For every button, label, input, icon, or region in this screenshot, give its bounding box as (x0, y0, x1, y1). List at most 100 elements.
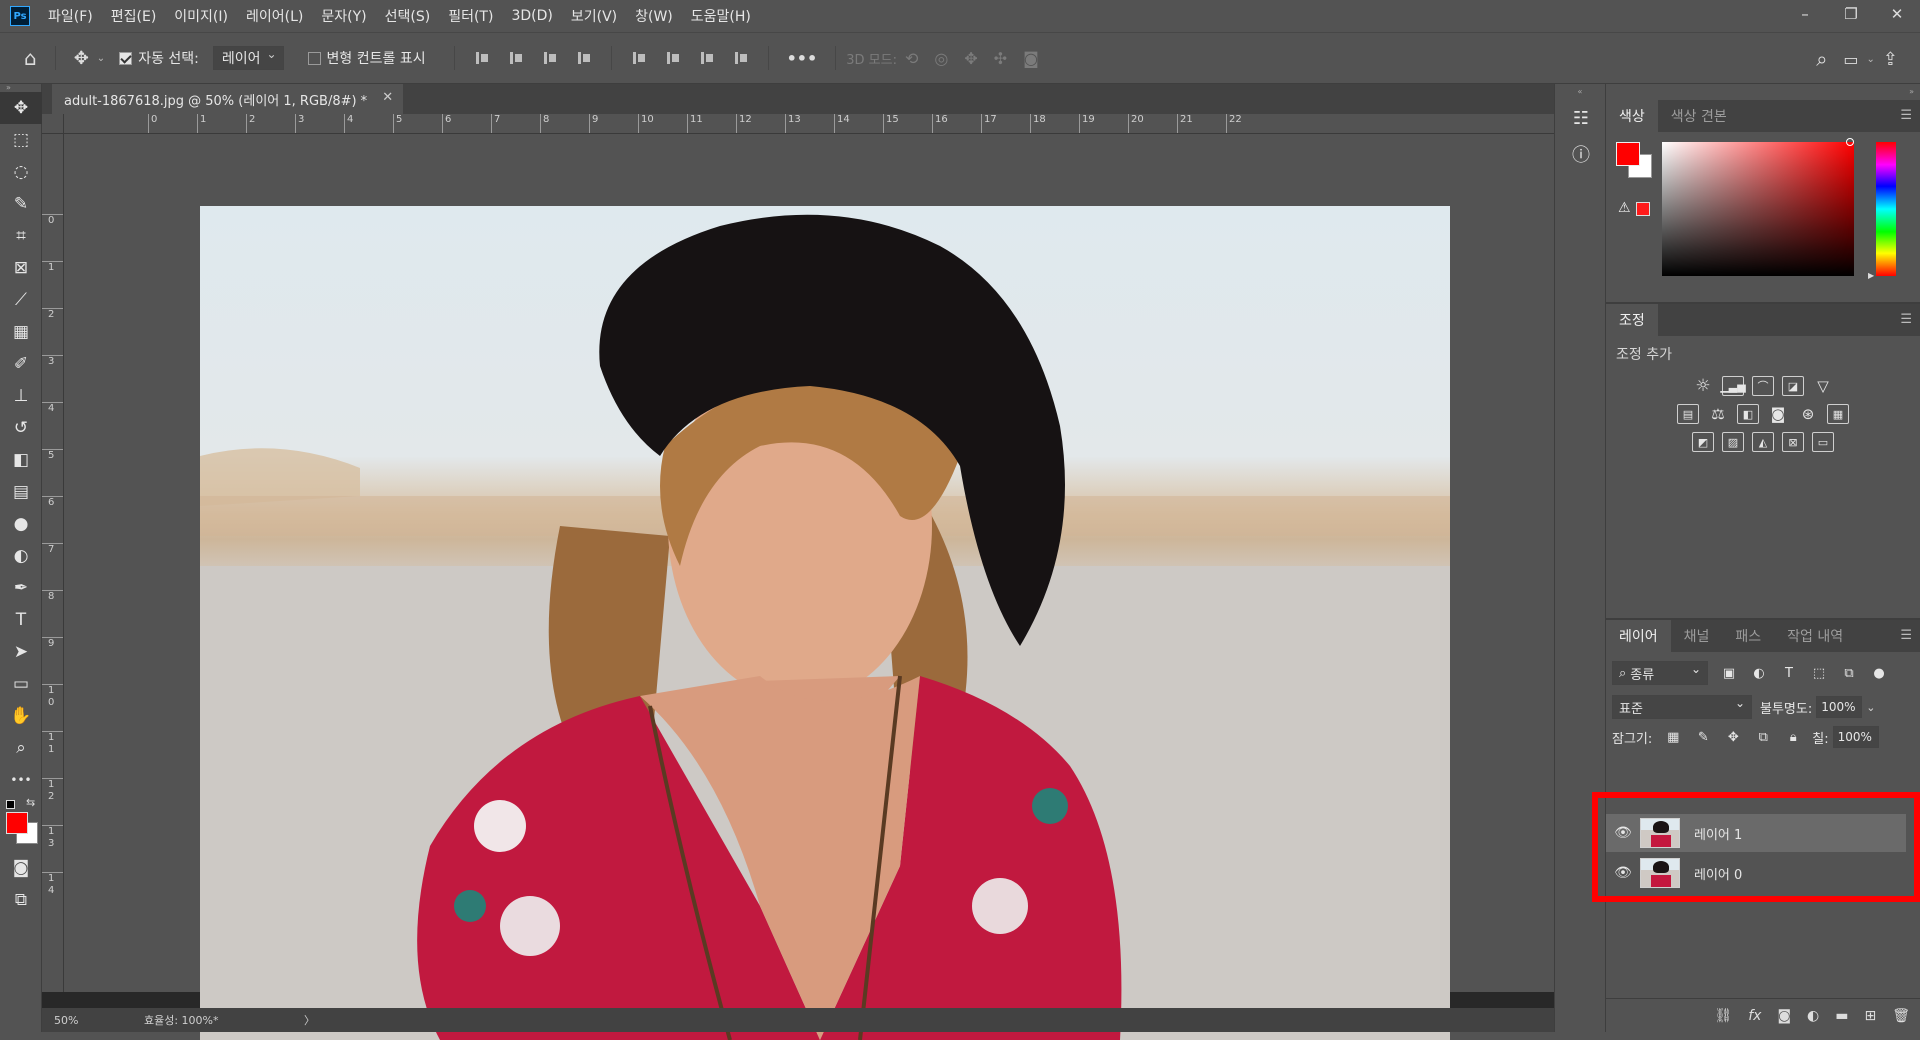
menu-window[interactable]: 창(W) (635, 6, 673, 26)
selective-color-icon[interactable]: ⊠ (1782, 432, 1804, 452)
lock-pixels-icon[interactable]: ✎ (1694, 730, 1712, 745)
layer-style-icon[interactable]: fx (1748, 1008, 1761, 1024)
exposure-icon[interactable]: ◪ (1782, 376, 1804, 396)
pen-tool[interactable]: ✒ (0, 572, 42, 604)
filter-pixel-icon[interactable]: ▣ (1720, 666, 1738, 681)
posterize-icon[interactable]: ▨ (1722, 432, 1744, 452)
canvas-pasteboard[interactable] (64, 134, 1554, 1040)
close-icon[interactable]: ✕ (382, 90, 393, 105)
chevron-down-icon[interactable]: ⌄ (97, 53, 105, 64)
swap-colors-icon[interactable]: ⇆ (26, 796, 35, 809)
restore-button[interactable]: ❐ (1828, 0, 1874, 28)
menu-filter[interactable]: 필터(T) (448, 6, 493, 26)
menu-file[interactable]: 파일(F) (48, 6, 93, 26)
properties-icon[interactable]: ☷ (1555, 100, 1607, 136)
collapse-handle[interactable]: » (0, 84, 41, 92)
vertical-ruler[interactable]: 0 1 2 3 4 5 6 7 8 9 1 0 1 1 1 2 1 3 1 4 (42, 134, 64, 992)
zoom-tool[interactable]: ⌕ (0, 732, 42, 764)
photo-filter-icon[interactable]: ◙ (1767, 404, 1789, 424)
auto-select-checkbox[interactable] (119, 51, 133, 65)
hue-slider[interactable]: ▶ (1868, 142, 1896, 280)
transform-controls-checkbox[interactable] (307, 51, 321, 65)
color-lookup-icon[interactable]: ▦ (1827, 404, 1849, 424)
default-colors-icon[interactable] (6, 800, 15, 809)
panel-menu-icon[interactable]: ☰ (1900, 312, 1912, 327)
menu-help[interactable]: 도움말(H) (691, 6, 751, 26)
threshold-icon[interactable]: ◭ (1752, 432, 1774, 452)
hue-slider-handle[interactable]: ▶ (1868, 271, 1874, 280)
fill-input[interactable]: 100% (1832, 726, 1879, 748)
tab-color[interactable]: 색상 (1606, 100, 1658, 132)
filter-smart-object-icon[interactable]: ⧉ (1840, 666, 1858, 681)
document-tab[interactable]: adult-1867618.jpg @ 50% (레이어 1, RGB/8#) … (52, 84, 404, 114)
screen-mode-icon[interactable]: ⧉ (0, 884, 42, 916)
new-layer-icon[interactable]: ⊞ (1864, 1008, 1876, 1024)
menu-3d[interactable]: 3D(D) (511, 8, 552, 24)
move-tool-icon[interactable]: ✥ (74, 48, 89, 69)
distribute-v-icon[interactable] (733, 50, 749, 66)
search-icon[interactable]: ⌕ (1816, 47, 1827, 71)
more-options-icon[interactable]: ••• (787, 49, 818, 68)
align-right-icon[interactable] (542, 50, 558, 66)
share-icon[interactable]: ⇪ (1883, 49, 1898, 70)
eyedropper-tool[interactable]: ⟋ (0, 284, 42, 316)
chevron-down-icon[interactable]: ⌄ (1867, 54, 1875, 65)
lasso-tool[interactable]: ◌ (0, 156, 42, 188)
info-icon[interactable]: ⓘ (1555, 136, 1607, 172)
collapse-handle[interactable]: » (1606, 84, 1920, 100)
eraser-tool[interactable]: ◧ (0, 444, 42, 476)
filter-adjustment-icon[interactable]: ◐ (1750, 666, 1768, 681)
menu-image[interactable]: 이미지(I) (174, 6, 228, 26)
close-button[interactable]: ✕ (1874, 0, 1920, 28)
hue-saturation-icon[interactable]: ▤ (1677, 404, 1699, 424)
color-balance-icon[interactable]: ⚖ (1707, 404, 1729, 424)
tab-layers[interactable]: 레이어 (1606, 620, 1671, 652)
zoom-level[interactable]: 50% (54, 1014, 144, 1027)
status-menu-arrow[interactable]: 〉 (304, 1012, 315, 1028)
quick-select-tool[interactable]: ✎ (0, 188, 42, 220)
align-bottom-icon[interactable] (699, 50, 715, 66)
menu-view[interactable]: 보기(V) (571, 6, 617, 26)
tab-channels[interactable]: 채널 (1671, 620, 1723, 652)
gradient-tool[interactable]: ▤ (0, 476, 42, 508)
panel-menu-icon[interactable]: ☰ (1900, 108, 1912, 123)
filter-type-icon[interactable]: T (1780, 666, 1798, 681)
opacity-input[interactable]: 100% (1816, 696, 1863, 718)
menu-edit[interactable]: 편집(E) (111, 6, 157, 26)
color-picker-handle[interactable] (1846, 138, 1854, 146)
document-canvas-photo[interactable] (200, 206, 1450, 1040)
stamp-tool[interactable]: ⊥ (0, 380, 42, 412)
more-tools[interactable]: ••• (0, 764, 42, 796)
menu-type[interactable]: 문자(Y) (321, 6, 366, 26)
blur-tool[interactable]: ● (0, 508, 42, 540)
tab-history[interactable]: 작업 내역 (1774, 620, 1856, 652)
menu-layer[interactable]: 레이어(L) (246, 6, 303, 26)
shape-tool[interactable]: ▭ (0, 668, 42, 700)
move-tool[interactable]: ✥ (0, 92, 42, 124)
workspace-icon[interactable]: ▭ (1843, 50, 1858, 69)
saturation-brightness-field[interactable] (1662, 138, 1854, 276)
collapse-handle[interactable]: « (1555, 84, 1605, 100)
path-select-tool[interactable]: ➤ (0, 636, 42, 668)
foreground-color-swatch[interactable] (6, 812, 28, 834)
dodge-tool[interactable]: ◐ (0, 540, 42, 572)
crop-tool[interactable]: ⌗ (0, 220, 42, 252)
home-icon[interactable]: ⌂ (24, 46, 37, 70)
foreground-color-swatch[interactable] (1616, 142, 1640, 166)
filter-toggle-icon[interactable]: ● (1870, 666, 1888, 681)
tab-paths[interactable]: 패스 (1722, 620, 1774, 652)
brightness-contrast-icon[interactable]: ☼ (1692, 376, 1714, 396)
invert-icon[interactable]: ◩ (1692, 432, 1714, 452)
menu-select[interactable]: 선택(S) (385, 6, 431, 26)
auto-select-dropdown[interactable]: 레이어 (212, 46, 284, 70)
horizontal-ruler[interactable]: 0 1 2 3 4 5 6 7 8 9 10 11 12 13 14 15 16 17 18 19 20 21 22 (64, 114, 1554, 134)
type-tool[interactable]: T (0, 604, 42, 636)
tab-adjustments[interactable]: 조정 (1606, 304, 1658, 336)
vibrance-icon[interactable]: ▽ (1812, 376, 1834, 396)
align-center-h-icon[interactable] (508, 50, 524, 66)
curves-icon[interactable]: ⌒ (1752, 376, 1774, 396)
frame-tool[interactable]: ⊠ (0, 252, 42, 284)
blend-mode-dropdown[interactable]: 표준 (1612, 695, 1752, 719)
hand-tool[interactable]: ✋ (0, 700, 42, 732)
gamut-warning-swatch[interactable] (1636, 202, 1650, 216)
